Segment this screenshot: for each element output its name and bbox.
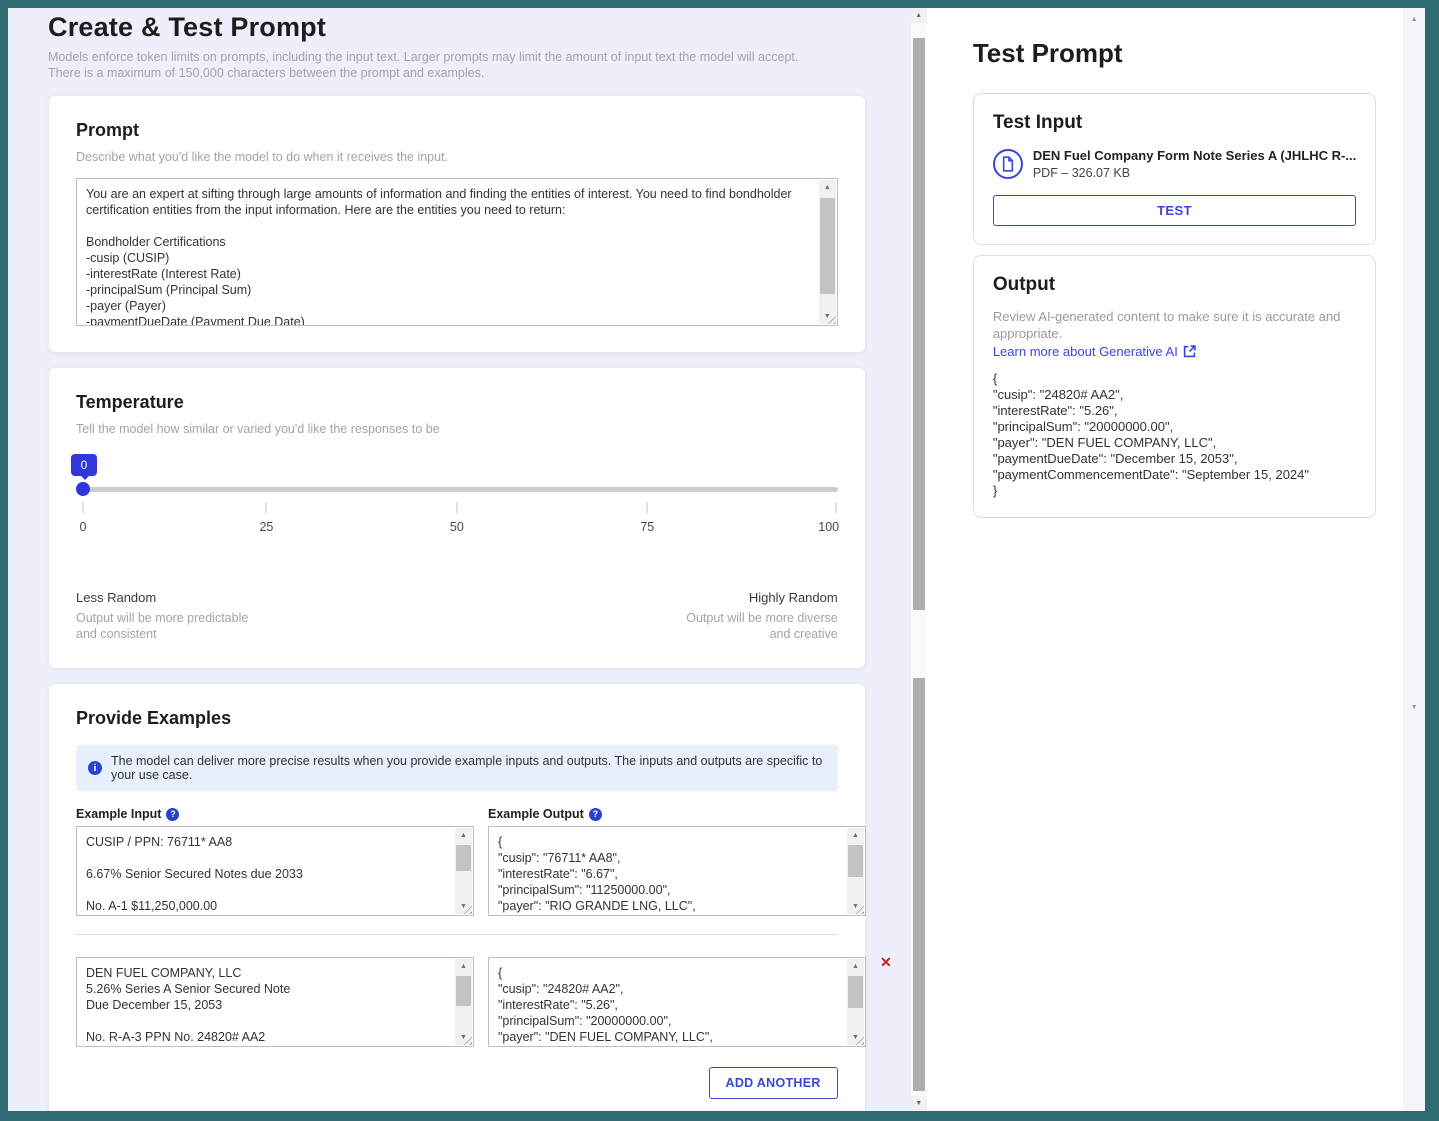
page-subtitle: Models enforce token limits on prompts, … [48,49,866,81]
example-input-2-wrap: DEN FUEL COMPANY, LLC 5.26% Series A Sen… [76,957,474,1047]
output-card: Output Review AI-generated content to ma… [973,255,1376,518]
tick-mark-25 [266,502,267,513]
prompt-card: Prompt Describe what you'd like the mode… [48,95,866,353]
example-input-2-scrollbar[interactable]: ▲ ▼ [455,959,472,1045]
highly-random-sub: Output will be more diverse and creative [663,610,838,642]
highly-random-note: Highly Random Output will be more divers… [663,590,838,642]
scroll-up-icon[interactable]: ▲ [455,828,472,843]
example-row-1: Example Input ? CUSIP / PPN: 76711* AA8 … [76,807,838,916]
page-scrollbar[interactable]: ▲ ▼ [1403,8,1425,1111]
example-input-label: Example Input ? [76,807,474,821]
generative-ai-link[interactable]: Learn more about Generative AI [993,344,1356,359]
scrollbar-thumb[interactable] [456,845,471,871]
app-frame: Create & Test Prompt Models enforce toke… [8,8,1425,1111]
prompt-card-title: Prompt [76,120,838,141]
scrollbar-thumb[interactable] [456,976,471,1006]
tick-mark-75 [647,502,648,513]
help-icon[interactable]: ? [166,808,179,821]
tick-mark-50 [456,502,457,513]
examples-info-text: The model can deliver more precise resul… [111,754,826,782]
prompt-textarea-wrap: You are an expert at sifting through lar… [76,178,838,326]
less-random-note: Less Random Output will be more predicta… [76,590,251,642]
info-icon: i [88,761,102,775]
scroll-up-icon[interactable]: ▲ [455,959,472,974]
tick-label-25: 25 [259,520,273,534]
subtitle-line-1: Models enforce token limits on prompts, … [48,49,866,65]
example-row-2: DEN FUEL COMPANY, LLC 5.26% Series A Sen… [76,951,838,1047]
example-output-2-scrollbar[interactable]: ▲ ▼ [847,959,864,1045]
example-input-2-textarea[interactable]: DEN FUEL COMPANY, LLC 5.26% Series A Sen… [77,958,473,1046]
example-output-2-wrap: { "cusip": "24820# AA2", "interestRate":… [488,957,866,1047]
test-prompt-title: Test Prompt [973,38,1376,69]
add-another-button[interactable]: ADD ANOTHER [709,1067,838,1099]
page-title: Create & Test Prompt [48,12,866,43]
scrollbar-thumb[interactable] [848,845,863,877]
create-test-prompt-panel: Create & Test Prompt Models enforce toke… [8,8,911,1111]
example-output-label-text: Example Output [488,807,584,821]
test-prompt-panel: Test Prompt Test Input DEN Fuel Company … [927,8,1403,1111]
tick-label-100: 100 [818,520,839,534]
example-input-label-text: Example Input [76,807,161,821]
example-output-label: Example Output ? [488,807,866,821]
panel-scrollbar[interactable]: ▲ ▼ [911,8,927,1111]
test-input-file-name: DEN Fuel Company Form Note Series A (JHL… [1033,148,1356,163]
scrollbar-thumb[interactable] [913,678,925,1091]
temperature-card-title: Temperature [76,392,838,413]
tick-label-0: 0 [80,520,87,534]
external-link-icon [1183,345,1196,358]
output-json: { "cusip": "24820# AA2", "interestRate":… [993,371,1356,499]
temperature-slider: 0 0 25 50 75 100 [76,454,838,564]
scrollbar-thumb[interactable] [820,198,835,294]
scroll-up-icon[interactable]: ▲ [847,828,864,843]
scroll-up-icon[interactable]: ▲ [847,959,864,974]
temperature-slider-thumb[interactable] [76,482,90,496]
provide-examples-card: Provide Examples i The model can deliver… [48,683,866,1111]
output-disclaimer: Review AI-generated content to make sure… [993,308,1356,342]
temperature-card: Temperature Tell the model how similar o… [48,367,866,669]
scroll-up-icon[interactable]: ▲ [1403,12,1425,27]
tick-mark-0 [83,502,84,513]
less-random-title: Less Random [76,590,251,605]
test-input-card: Test Input DEN Fuel Company Form Note Se… [973,93,1376,245]
scrollbar-thumb[interactable] [913,38,925,610]
prompt-textarea[interactable]: You are an expert at sifting through lar… [77,179,837,325]
example-input-1-wrap: CUSIP / PPN: 76711* AA8 6.67% Senior Sec… [76,826,474,916]
temperature-slider-track[interactable] [76,487,838,492]
example-output-1-scrollbar[interactable]: ▲ ▼ [847,828,864,914]
tick-mark-100 [835,502,836,513]
example-output-2-textarea[interactable]: { "cusip": "24820# AA2", "interestRate":… [489,958,865,1046]
temperature-value-bubble: 0 [71,454,97,476]
prompt-card-description: Describe what you'd like the model to do… [76,150,838,164]
generative-ai-link-text[interactable]: Learn more about Generative AI [993,344,1178,359]
test-input-title: Test Input [993,112,1356,134]
test-button[interactable]: TEST [993,195,1356,226]
tick-label-75: 75 [640,520,654,534]
example-input-1-textarea[interactable]: CUSIP / PPN: 76711* AA8 6.67% Senior Sec… [77,827,473,915]
prompt-scrollbar[interactable]: ▲ ▼ [819,180,836,324]
scroll-down-icon[interactable]: ▼ [911,1096,927,1111]
example-output-1-wrap: { "cusip": "76711* AA8", "interestRate":… [488,826,866,916]
help-icon[interactable]: ? [589,808,602,821]
test-input-file-row: DEN Fuel Company Form Note Series A (JHL… [993,148,1356,180]
temperature-card-description: Tell the model how similar or varied you… [76,422,838,436]
scroll-up-icon[interactable]: ▲ [819,180,836,195]
temperature-notes: Less Random Output will be more predicta… [76,590,838,642]
test-input-file-meta: PDF – 326.07 KB [1033,166,1356,180]
example-divider [76,934,838,935]
scroll-down-icon[interactable]: ▼ [1403,700,1425,715]
scrollbar-thumb[interactable] [848,976,863,1008]
subtitle-line-2: There is a maximum of 150,000 characters… [48,65,866,81]
example-output-1-textarea[interactable]: { "cusip": "76711* AA8", "interestRate":… [489,827,865,915]
output-title: Output [993,274,1356,296]
highly-random-title: Highly Random [663,590,838,605]
less-random-sub: Output will be more predictable and cons… [76,610,251,642]
document-icon [993,149,1023,179]
example-input-1-scrollbar[interactable]: ▲ ▼ [455,828,472,914]
tick-label-50: 50 [450,520,464,534]
provide-examples-title: Provide Examples [76,708,838,729]
examples-info-banner: i The model can deliver more precise res… [76,745,838,791]
scroll-up-icon[interactable]: ▲ [911,8,927,23]
delete-example-button[interactable]: ✕ [880,951,892,1047]
